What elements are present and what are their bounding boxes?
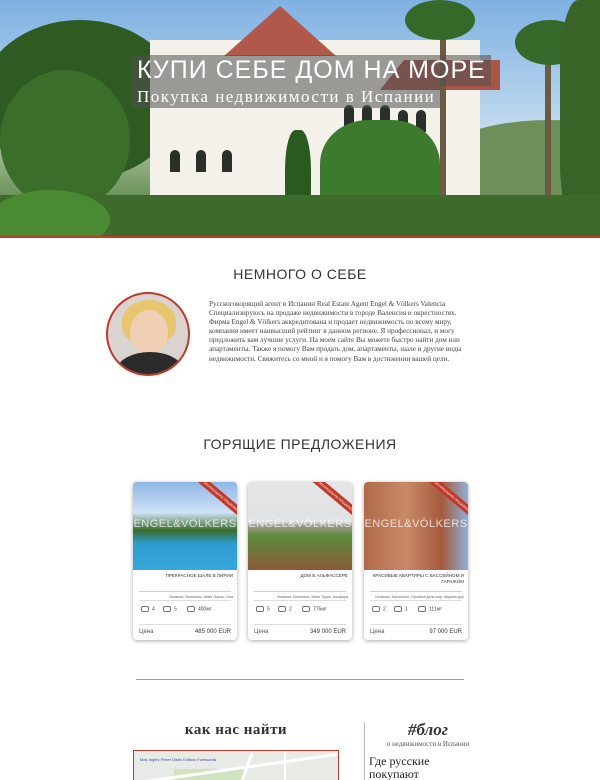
bath-icon xyxy=(394,606,402,612)
area: 111м² xyxy=(418,606,442,612)
offer-title[interactable]: ПРЕКРАСНОЕ ШАЛЕ В ЛИРИИ xyxy=(135,573,233,579)
bed-icon xyxy=(141,606,149,612)
bed-icon xyxy=(372,606,380,612)
offer-card[interactable]: ЭКСКЛЮЗИВНОЕ ПРЕДЛОЖЕНИЕ ENGEL&VÖLKERS К… xyxy=(364,482,468,640)
hero-window xyxy=(170,150,180,172)
bed-icon xyxy=(256,606,264,612)
price-value: 485 000 EUR xyxy=(194,629,231,635)
hero-palm-frond xyxy=(405,0,475,40)
offer-title[interactable]: ДОМ В АЛЬФАССЕРЕ xyxy=(250,573,348,579)
blog-post-title[interactable]: Где русские покупают недвижимость в xyxy=(369,755,479,780)
hero-title: КУПИ СЕБЕ ДОМ НА МОРЕ xyxy=(132,55,491,86)
map-label: Mas Inglés Pinter Distin Edificio Fuensa… xyxy=(140,757,217,762)
price-label: Цена xyxy=(254,629,269,635)
watermark: ENGEL&VÖLKERS xyxy=(133,518,237,530)
column-separator xyxy=(364,722,365,780)
area: 775м² xyxy=(302,606,326,612)
avatar xyxy=(106,292,190,376)
offer-card[interactable]: ЭКСКЛЮЗИВНОЕ ПРЕДЛОЖЕНИЕ ENGEL&VÖLKERS Д… xyxy=(248,482,352,640)
hero-palm-tree xyxy=(0,70,130,210)
bathrooms: 5 xyxy=(163,606,177,612)
offer-card[interactable]: ЭКСКЛЮЗИВНОЕ ПРЕДЛОЖЕНИЕ ENGEL&VÖLKERS П… xyxy=(133,482,237,640)
find-us-title: как нас найти xyxy=(184,722,288,738)
bedrooms: 4 xyxy=(141,606,155,612)
watermark: ENGEL&VÖLKERS xyxy=(364,518,468,530)
bedrooms: 5 xyxy=(256,606,270,612)
hero-subtitle: Покупка недвижимости в Испании xyxy=(132,86,441,108)
price-value: 349 000 EUR xyxy=(309,629,346,635)
bathrooms: 2 xyxy=(278,606,292,612)
price-value: 97 000 EUR xyxy=(429,629,462,635)
bedrooms: 2 xyxy=(372,606,386,612)
watermark: ENGEL&VÖLKERS xyxy=(248,518,352,530)
bath-icon xyxy=(278,606,286,612)
section-divider xyxy=(136,679,464,680)
blog-subtitle: о недвижимости в Испании xyxy=(386,740,470,748)
offer-title[interactable]: КРАСИВЫЕ КВАРТИРЫ С БАССЕЙНОМ И ГАРАЖОМ xyxy=(366,573,464,585)
bathrooms: 1 xyxy=(394,606,408,612)
hero-window xyxy=(196,150,206,172)
hero-banner xyxy=(0,0,600,237)
area-icon xyxy=(187,606,195,612)
offers-title: ГОРЯЩИЕ ПРЕДЛОЖЕНИЯ xyxy=(203,436,397,452)
about-title: НЕМНОГО О СЕБЕ xyxy=(233,266,367,282)
offer-location: Испания, Валенсия, Кемп Лирия, Lliria xyxy=(169,595,233,599)
price-label: Цена xyxy=(139,629,154,635)
blog-tag[interactable]: #блог xyxy=(368,720,488,740)
price-label: Цена xyxy=(370,629,385,635)
area-icon xyxy=(302,606,310,612)
hero-accent-line xyxy=(0,236,600,238)
bath-icon xyxy=(163,606,171,612)
area: 400м² xyxy=(187,606,211,612)
offer-location: Испания, Кастельон, Оропеса дель мар, Ма… xyxy=(375,595,464,599)
offer-location: Испания, Валенсия, Кемп Турия, Альфара xyxy=(276,595,348,599)
location-map[interactable]: Mas Inglés Pinter Distin Edificio Fuensa… xyxy=(133,750,339,780)
about-text: Русскоговорящий агент в Испании Real Est… xyxy=(209,300,462,363)
area-icon xyxy=(418,606,426,612)
hero-window xyxy=(222,150,232,172)
